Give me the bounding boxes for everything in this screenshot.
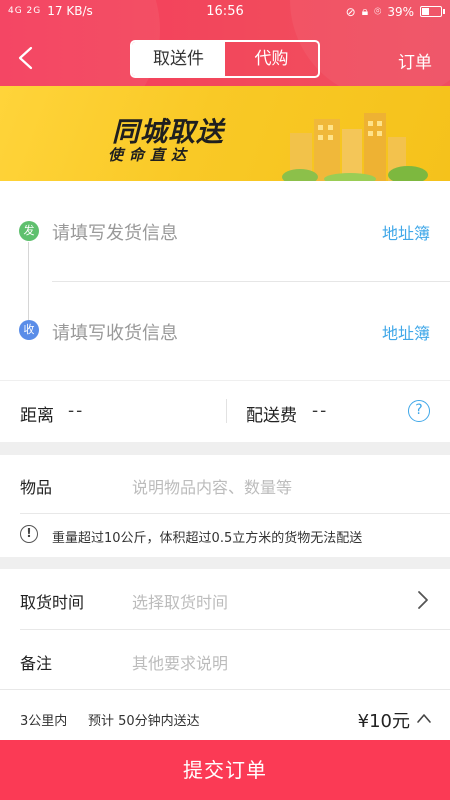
submit-order-button[interactable]: 提交订单	[0, 740, 450, 800]
back-arrow-icon	[18, 46, 33, 70]
note-label: 备注	[20, 654, 53, 673]
tab-pickup-delivery[interactable]: 取送件	[132, 42, 225, 76]
fee-label: 配送费	[246, 406, 297, 426]
receiver-badge: 收	[19, 320, 39, 340]
battery-icon	[420, 6, 445, 17]
orders-link[interactable]: 订单	[398, 48, 432, 73]
delivery-estimate: 预计 50分钟内送达	[88, 714, 200, 729]
distance-label: 距离	[20, 406, 54, 426]
distance-range: 3公里内	[20, 714, 68, 729]
tab-purchase[interactable]: 代购	[225, 42, 318, 76]
silent-icon: ⊘	[345, 4, 356, 19]
chevron-right-icon	[418, 591, 428, 609]
warning-icon: !	[20, 525, 38, 543]
banner-subtitle: 使命直达	[108, 146, 193, 164]
route-connector	[28, 242, 29, 320]
divider	[20, 629, 450, 630]
divider	[52, 281, 450, 282]
distance-fee-row: 距离 -- 配送费 -- ?	[0, 381, 450, 442]
goods-label: 物品	[20, 478, 53, 497]
location-icon: ⌾	[374, 4, 382, 18]
divider	[20, 513, 450, 514]
total-price: ¥10元	[357, 711, 410, 732]
lock-icon: 🔒︎	[361, 4, 369, 18]
sender-address-book-link[interactable]: 地址簿	[382, 220, 430, 244]
city-skyline-illustration	[282, 113, 428, 181]
fee-value: --	[312, 401, 329, 421]
chevron-up-icon[interactable]	[416, 712, 432, 724]
top-header: 4G 2G 17 KB/s 16:56 ⊘ 🔒︎ ⌾ 39% 取送件 代购 订单	[0, 0, 450, 86]
receiver-info-field[interactable]: 请填写收货信息	[52, 319, 178, 345]
status-right: ⊘ 🔒︎ ⌾ 39%	[345, 4, 445, 19]
mode-switch: 取送件 代购	[130, 40, 320, 78]
price-summary-bar[interactable]: 3公里内 预计 50分钟内送达 ¥10元	[0, 700, 450, 740]
pickup-time-label: 取货时间	[20, 593, 85, 612]
sender-badge: 发	[19, 221, 39, 241]
goods-description-input[interactable]: 说明物品内容、数量等	[132, 474, 292, 498]
promo-banner[interactable]: 同城取送 使命直达	[0, 86, 450, 181]
status-time: 16:56	[206, 4, 244, 19]
note-input[interactable]: 其他要求说明	[132, 650, 228, 674]
weight-warning-text: 重量超过10公斤，体积超过0.5立方米的货物无法配送	[52, 531, 363, 546]
help-icon[interactable]: ?	[408, 400, 430, 422]
status-bar: 4G 2G 17 KB/s 16:56 ⊘ 🔒︎ ⌾ 39%	[0, 0, 450, 24]
divider	[226, 399, 227, 423]
divider	[0, 689, 450, 690]
pickup-time-selector[interactable]: 选择取货时间	[132, 589, 228, 613]
receiver-address-book-link[interactable]: 地址簿	[382, 320, 430, 344]
distance-value: --	[68, 401, 85, 421]
sender-info-field[interactable]: 请填写发货信息	[52, 219, 178, 245]
battery-percent: 39%	[387, 4, 414, 19]
back-button[interactable]	[12, 42, 42, 74]
